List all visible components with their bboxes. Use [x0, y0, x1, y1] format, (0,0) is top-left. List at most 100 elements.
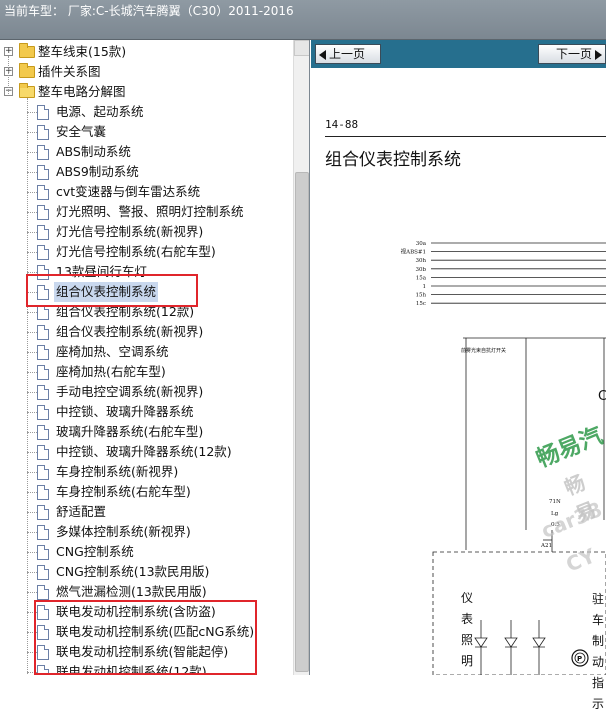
document-icon — [37, 585, 49, 600]
tree-item[interactable]: 中控锁、玻璃升降器系统 — [0, 402, 292, 422]
tree-item[interactable]: ABS制动系统 — [0, 142, 292, 162]
tree-folder-label: 整车电路分解图 — [38, 84, 126, 99]
tree-item-label: 中控锁、玻璃升降器系统 — [56, 404, 194, 419]
document-icon — [37, 345, 49, 360]
tree-connector — [8, 56, 9, 94]
folder-icon — [19, 63, 35, 78]
wire-label: 30a — [416, 241, 427, 247]
tree-item-label: 灯光信号控制系统(右舵车型) — [56, 244, 216, 259]
wire-label: 视ABS#1 — [401, 248, 426, 256]
wire-label: 30h — [415, 258, 426, 264]
tree-item-label: 多媒体控制系统(新视界) — [56, 524, 191, 539]
parking-brake-icon: P — [577, 655, 582, 663]
vertical-label-parking-brake: 驻车制动指示 — [592, 589, 606, 715]
tree-item[interactable]: 组合仪表控制系统(新视界) — [0, 322, 292, 342]
tree-folder[interactable]: + 插件关系图 — [0, 62, 290, 82]
highlight-box-instrument — [26, 274, 198, 307]
vertical-char: 示 — [592, 697, 605, 711]
tree-item[interactable]: 座椅加热、空调系统 — [0, 342, 292, 362]
tree-item[interactable]: 舒适配置 — [0, 502, 292, 522]
led-icon — [474, 620, 488, 675]
tree-folder[interactable]: − 整车电路分解图 — [0, 82, 290, 102]
tree-item[interactable]: 灯光照明、警报、照明灯控制系统 — [0, 202, 292, 222]
wire-label: 15a — [416, 275, 427, 281]
next-page-button[interactable]: 下一页 — [538, 44, 606, 64]
tree-item[interactable]: 车身控制系统(新视界) — [0, 462, 292, 482]
tree-item[interactable]: 玻璃升降器系统(右舵车型) — [0, 422, 292, 442]
tree-item[interactable]: 灯光信号控制系统(新视界) — [0, 222, 292, 242]
tree-item-label: 燃气泄漏检测(13款民用版) — [56, 584, 207, 599]
prev-page-button[interactable]: 上一页 — [315, 44, 381, 64]
document-icon — [37, 305, 49, 320]
tree-item-label: CNG控制系统(13款民用版) — [56, 564, 210, 579]
tree-folder[interactable]: + 整车线束(15款) — [0, 42, 290, 62]
tree-item[interactable]: 多媒体控制系统(新视界) — [0, 522, 292, 542]
wire-code-71n: 71N — [549, 499, 561, 505]
vertical-char: 照 — [461, 633, 474, 647]
document-icon — [37, 445, 49, 460]
document-viewer: 上一页 下一页 14-88 组合仪表控制系统 30a 视ABS#1 30h 30b 15… — [311, 40, 606, 711]
tree-item-label: 灯光照明、警报、照明灯控制系统 — [56, 204, 244, 219]
document-icon — [37, 365, 49, 380]
document-icon — [37, 125, 49, 140]
expander-icon[interactable]: + — [4, 47, 13, 56]
wire-label: 15h — [415, 293, 426, 299]
document-icon — [37, 385, 49, 400]
tree-item[interactable]: 手动电控空调系统(新视界) — [0, 382, 292, 402]
tree-item-label: cvt变速器与倒车雷达系统 — [56, 184, 201, 199]
tree-item[interactable]: CNG控制系统(13款民用版) — [0, 562, 292, 582]
wire-label: 1 — [423, 284, 427, 290]
highlight-box-engine — [34, 600, 257, 675]
scroll-up-arrow[interactable] — [294, 40, 309, 56]
tree-item[interactable]: 车身控制系统(右舵车型) — [0, 482, 292, 502]
vertical-scrollbar[interactable] — [293, 40, 309, 675]
title-bar: 当前车型： 厂家:C-长城汽车腾翼（C30）2011-2016 — [0, 0, 606, 40]
led-icon — [504, 620, 518, 675]
document-icon — [37, 485, 49, 500]
tree-item-label: 安全气囊 — [56, 124, 107, 139]
scrollbar-thumb[interactable] — [295, 172, 309, 672]
tree-item[interactable]: cvt变速器与倒车雷达系统 — [0, 182, 292, 202]
tree-item[interactable]: 安全气囊 — [0, 122, 292, 142]
tree-item-label: 舒适配置 — [56, 504, 107, 519]
tree-item-label: 电源、起动系统 — [56, 104, 144, 119]
document-icon — [37, 145, 49, 160]
document-icon — [37, 405, 49, 420]
document-icon — [37, 525, 49, 540]
tree-item-label: 座椅加热、空调系统 — [56, 344, 169, 359]
vertical-char: 表 — [461, 612, 474, 626]
viewer-toolbar: 上一页 下一页 — [311, 40, 606, 68]
vertical-label-illumination: 仪表照明 — [461, 588, 475, 672]
document-icon — [37, 465, 49, 480]
document-icon — [37, 105, 49, 120]
tree-panel: + 整车线束(15款) + 插件关系图 − 整车电路分解图 电源、起动系统 安全气囊 ABS制动… — [0, 40, 310, 675]
tree-item[interactable]: 中控锁、玻璃升降器系统(12款) — [0, 442, 292, 462]
document-icon — [37, 185, 49, 200]
tree-item-label: 车身控制系统(新视界) — [56, 464, 179, 479]
tree-item-label: 座椅加热(右舵车型) — [56, 364, 166, 379]
tree-item[interactable]: 座椅加热(右舵车型) — [0, 362, 292, 382]
document-icon — [37, 545, 49, 560]
vertical-char: 仪 — [461, 591, 474, 605]
document-icon — [37, 505, 49, 520]
tree-item[interactable]: 灯光信号控制系统(右舵车型) — [0, 242, 292, 262]
tree-item-label: 中控锁、玻璃升降器系统(12款) — [56, 444, 232, 459]
page-title: 组合仪表控制系统 — [325, 150, 461, 170]
document-icon — [37, 245, 49, 260]
tree-item[interactable]: CNG控制系统 — [0, 542, 292, 562]
document-icon — [37, 205, 49, 220]
diagram-letter-c: C — [598, 389, 606, 404]
current-model-text: 当前车型： 厂家:C-长城汽车腾翼（C30）2011-2016 — [4, 4, 294, 18]
tree-folder-label: 整车线束(15款) — [38, 44, 127, 59]
bus-label: 前雾光束自抗灯开关 — [461, 347, 506, 354]
tree-folder-label: 插件关系图 — [38, 64, 101, 79]
tree-item[interactable]: ABS9制动系统 — [0, 162, 292, 182]
wiring-diagram: 30a 视ABS#1 30h 30b 15a 1 15h 15c 前雾光束自抗灯开关 C 71… — [311, 190, 606, 711]
tree-item-label: 组合仪表控制系统(新视界) — [56, 324, 204, 339]
wire-label: 15c — [416, 301, 426, 307]
tree-item-label: ABS9制动系统 — [56, 164, 139, 179]
tree-item[interactable]: 电源、起动系统 — [0, 102, 292, 122]
led-icon — [532, 620, 546, 675]
tree-item[interactable]: 燃气泄漏检测(13款民用版) — [0, 582, 292, 602]
page-number: 14-88 — [325, 118, 359, 131]
